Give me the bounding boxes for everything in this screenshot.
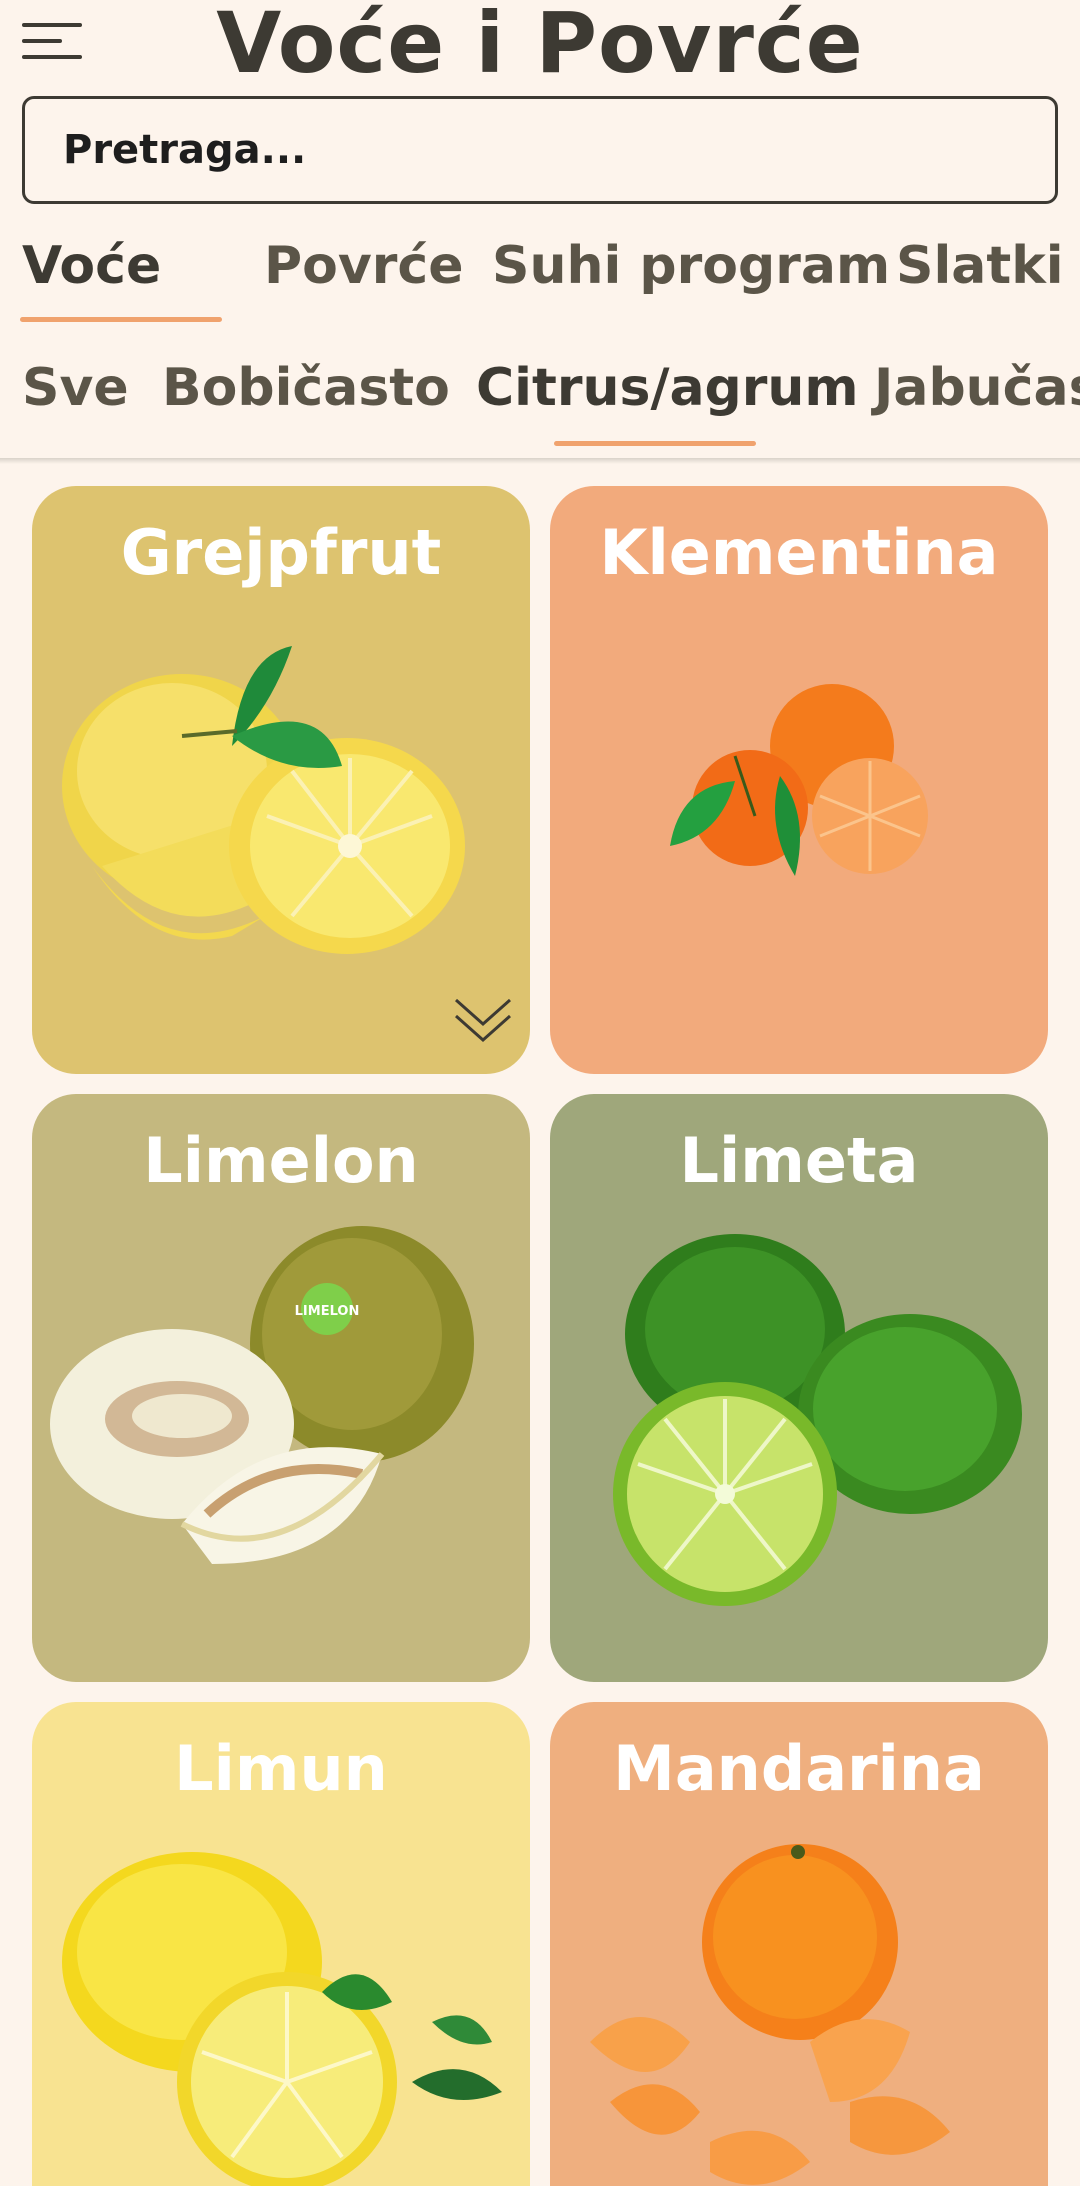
- category-tabs: Voće Povrće Suhi program Slatki program: [0, 218, 1080, 328]
- tab-voce[interactable]: Voće: [22, 236, 161, 296]
- search-field[interactable]: [22, 96, 1058, 204]
- product-name: Klementina: [599, 516, 999, 589]
- app-header: Voće i Povrće: [0, 0, 1080, 92]
- product-grid: Grejpfrut Klementina LIMELON Limelon Lim…: [0, 486, 1080, 2186]
- chevron-double-down-icon[interactable]: [452, 994, 514, 1050]
- product-card-grejpfrut[interactable]: Grejpfrut: [32, 486, 530, 1074]
- header-divider: [0, 458, 1080, 464]
- product-card-mandarina[interactable]: Mandarina: [550, 1702, 1048, 2186]
- product-name: Mandarina: [613, 1732, 985, 1805]
- tab-slatki-program[interactable]: Slatki program: [896, 236, 1080, 296]
- search-input[interactable]: [63, 127, 1017, 173]
- page-title: Voće i Povrće: [216, 0, 864, 92]
- product-card-limeta[interactable]: Limeta: [550, 1094, 1048, 1682]
- product-card-limelon[interactable]: LIMELON Limelon: [32, 1094, 530, 1682]
- active-tab-indicator: [20, 317, 222, 322]
- subtab-citrus-agrum[interactable]: Citrus/agrum: [476, 358, 859, 418]
- tab-suhi-program[interactable]: Suhi program: [492, 236, 890, 296]
- product-name: Grejpfrut: [120, 516, 442, 589]
- product-card-limun[interactable]: Limun: [32, 1702, 530, 2186]
- subtab-bobicasto[interactable]: Bobičasto: [162, 358, 450, 418]
- active-subtab-indicator: [554, 441, 756, 446]
- product-card-klementina[interactable]: Klementina: [550, 486, 1048, 1074]
- product-name: Limeta: [679, 1124, 919, 1197]
- subtab-sve[interactable]: Sve: [22, 358, 129, 418]
- product-name: Limelon: [143, 1124, 419, 1197]
- subcategory-tabs: Sve Bobičasto Citrus/agrum Jabučasto: [0, 340, 1080, 460]
- subtab-jabucasto[interactable]: Jabučasto: [874, 358, 1080, 418]
- tab-povrce[interactable]: Povrće: [264, 236, 463, 296]
- product-name: Limun: [174, 1732, 388, 1805]
- svg-text:LIMELON: LIMELON: [295, 1304, 360, 1319]
